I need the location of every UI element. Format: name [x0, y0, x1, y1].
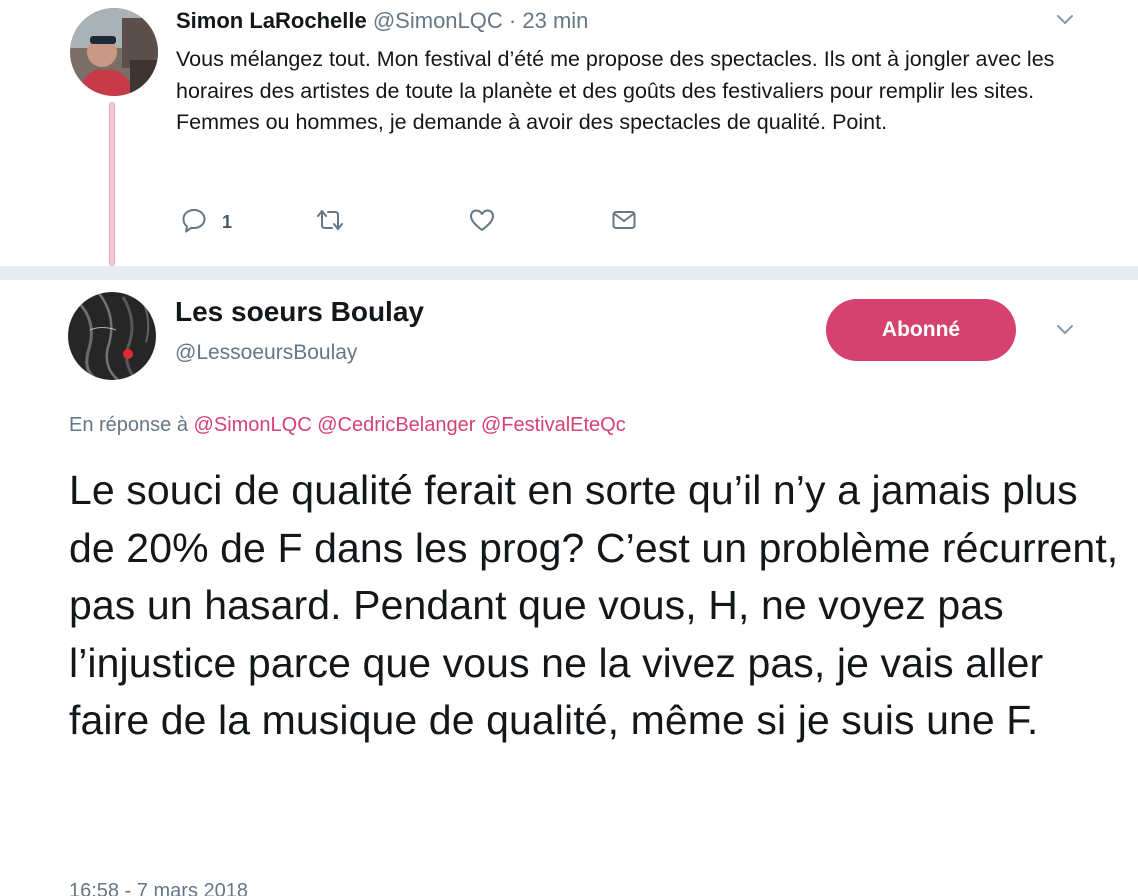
tweet-text: Vous mélangez tout. Mon festival d’été m…	[176, 47, 1055, 134]
direct-message-button[interactable]	[610, 206, 638, 239]
tweet-time[interactable]: 23 min	[522, 8, 588, 33]
avatar[interactable]	[70, 8, 158, 96]
mention-link[interactable]: @FestivalEteQc	[481, 414, 626, 436]
avatar[interactable]	[68, 292, 156, 380]
tweet-text: Le souci de qualité ferait en sorte qu’i…	[69, 467, 1119, 743]
reply-button[interactable]: 1	[180, 206, 232, 239]
thread-line	[109, 102, 115, 266]
tweet-actions: 1	[176, 206, 776, 236]
reply-count: 1	[222, 212, 233, 232]
author-name[interactable]: Simon LaRochelle	[176, 8, 367, 33]
chevron-down-icon[interactable]	[1055, 319, 1075, 339]
following-button[interactable]: Abonné	[826, 299, 1016, 361]
separator: ·	[508, 8, 517, 33]
author-handle[interactable]: @SimonLQC	[373, 8, 503, 33]
mention-link[interactable]: @CedricBelanger	[317, 414, 475, 436]
reply-icon	[180, 206, 208, 239]
reply-context: En réponse à @SimonLQC @CedricBelanger @…	[69, 414, 626, 437]
reply-prefix: En réponse à	[69, 414, 188, 436]
retweet-icon	[316, 206, 344, 239]
tweet-header: Simon LaRochelle @SimonLQC · 23 min	[176, 8, 588, 34]
heart-icon	[468, 206, 496, 239]
reply-tweet[interactable]: Simon LaRochelle @SimonLQC · 23 min Vous…	[0, 0, 1138, 266]
author-handle[interactable]: @LessoeursBoulay	[175, 341, 357, 365]
envelope-icon	[610, 206, 638, 239]
tweet-timestamp[interactable]: 16:58 - 7 mars 2018	[69, 880, 248, 896]
retweet-button[interactable]	[316, 206, 344, 239]
mention-link[interactable]: @SimonLQC	[194, 414, 312, 436]
author-name[interactable]: Les soeurs Boulay	[175, 296, 424, 328]
like-button[interactable]	[468, 206, 496, 239]
chevron-down-icon[interactable]	[1055, 9, 1075, 29]
